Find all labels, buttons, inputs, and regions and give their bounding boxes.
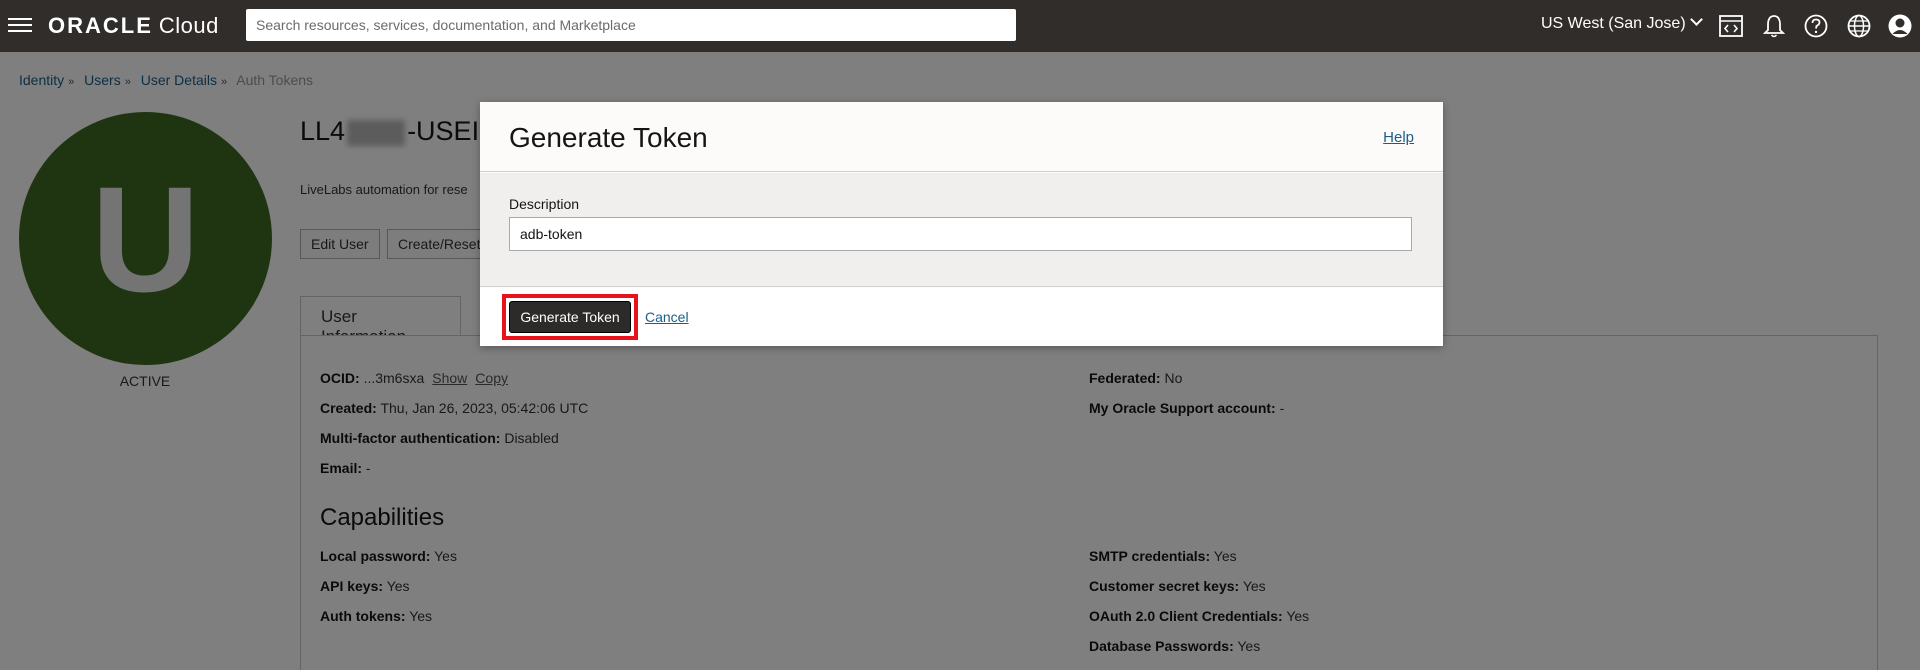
dialog-footer: Generate Token Cancel — [480, 288, 1443, 346]
help-link[interactable]: Help — [1383, 129, 1414, 146]
oracle-cloud-logo[interactable]: ORACLE Cloud — [48, 13, 219, 39]
region-label: US West (San Jose) — [1541, 15, 1686, 32]
description-input[interactable] — [509, 217, 1412, 251]
global-search-input[interactable] — [246, 9, 1016, 41]
dialog-header: Generate Token Help — [480, 102, 1443, 172]
generate-token-dialog: Generate Token Help Description Generate… — [480, 102, 1443, 346]
globe-icon[interactable] — [1846, 13, 1872, 39]
brand-oracle-text: ORACLE — [48, 13, 153, 38]
brand-cloud-text: Cloud — [158, 13, 219, 38]
dialog-body: Description — [480, 173, 1443, 287]
top-navigation-bar: ORACLECloud US West (San Jose) — [0, 0, 1920, 52]
generate-token-button[interactable]: Generate Token — [509, 301, 631, 333]
code-editor-icon[interactable] — [1718, 13, 1744, 39]
cancel-link[interactable]: Cancel — [645, 309, 689, 325]
bell-icon[interactable] — [1761, 13, 1787, 39]
hamburger-menu-icon[interactable] — [8, 14, 32, 34]
chevron-down-icon — [1689, 13, 1703, 26]
dialog-title: Generate Token — [509, 122, 708, 153]
region-selector[interactable]: US West (San Jose) — [1541, 13, 1703, 33]
description-label: Description — [509, 196, 580, 212]
profile-icon[interactable] — [1887, 13, 1913, 39]
help-icon[interactable] — [1803, 13, 1829, 39]
